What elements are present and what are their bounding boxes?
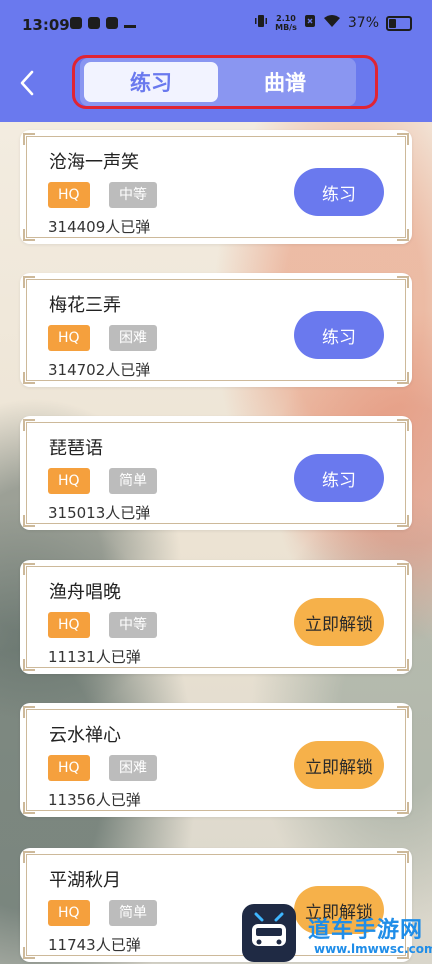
battery-icon [386,15,412,31]
sim-icon [304,14,316,32]
watermark-text: 道车手游网 [308,918,424,943]
song-title: 云水禅心 [49,725,121,746]
system-status: 2.10 MB/s 37% [254,14,412,32]
difficulty-badge: 困难 [109,325,157,351]
tab-practice[interactable]: 练习 [84,62,218,102]
chevron-left-icon [20,70,34,96]
song-card[interactable]: 渔舟唱晚 HQ 中等 11131人已弹 立即解锁 [20,560,412,674]
quality-badge: HQ [48,900,90,926]
mail-icon [106,17,118,29]
tab-switcher: 练习 曲谱 [80,58,356,106]
play-count: 11743人已弹 [48,936,141,954]
quality-badge: HQ [48,182,90,208]
car-logo-icon [242,904,296,962]
unlock-button[interactable]: 立即解锁 [294,741,384,789]
song-title: 梅花三弄 [49,295,121,316]
network-speed-unit: MB/s [275,23,297,32]
play-count: 314409人已弹 [48,218,151,236]
play-count: 11131人已弹 [48,648,141,666]
difficulty-badge: 简单 [109,468,157,494]
quality-badge: HQ [48,468,90,494]
tab-sheet-music[interactable]: 曲谱 [218,62,352,102]
quality-badge: HQ [48,612,90,638]
practice-button[interactable]: 练习 [294,168,384,216]
site-watermark: 道车手游网 www.lmwwsc.com [242,904,432,964]
network-speed-value: 2.10 [276,14,296,23]
tiktok-icon [70,17,82,29]
song-title: 平湖秋月 [49,870,121,891]
watermark-url: www.lmwwsc.com [314,942,432,956]
difficulty-badge: 困难 [109,755,157,781]
practice-button[interactable]: 练习 [294,454,384,502]
song-title: 琵琶语 [49,438,103,459]
unlock-button[interactable]: 立即解锁 [294,598,384,646]
status-bar: 13:09 2.10 MB/s 37% [0,0,432,50]
song-card[interactable]: 云水禅心 HQ 困难 11356人已弹 立即解锁 [20,703,412,817]
difficulty-badge: 中等 [109,612,157,638]
song-title: 渔舟唱晚 [49,582,121,603]
play-count: 11356人已弹 [48,791,141,809]
difficulty-badge: 简单 [109,900,157,926]
notification-icons [70,17,136,29]
vibrate-icon [254,14,268,32]
song-card[interactable]: 琵琶语 HQ 简单 315013人已弹 练习 [20,416,412,530]
quality-badge: HQ [48,755,90,781]
wifi-icon [323,14,341,32]
song-card[interactable]: 梅花三弄 HQ 困难 314702人已弹 练习 [20,273,412,387]
app-notification-icon [88,17,100,29]
crown-icon [124,17,136,28]
app-header: 13:09 2.10 MB/s 37% 练习 曲谱 [0,0,432,122]
status-time: 13:09 [22,16,70,34]
play-count: 315013人已弹 [48,504,151,522]
difficulty-badge: 中等 [109,182,157,208]
quality-badge: HQ [48,325,90,351]
song-title: 沧海一声笑 [49,152,139,173]
landscape-background [0,122,432,964]
play-count: 314702人已弹 [48,361,151,379]
song-card[interactable]: 沧海一声笑 HQ 中等 314409人已弹 练习 [20,130,412,244]
battery-percent: 37% [347,15,379,31]
practice-button[interactable]: 练习 [294,311,384,359]
network-speed: 2.10 MB/s [275,14,297,32]
back-button[interactable] [12,66,42,100]
